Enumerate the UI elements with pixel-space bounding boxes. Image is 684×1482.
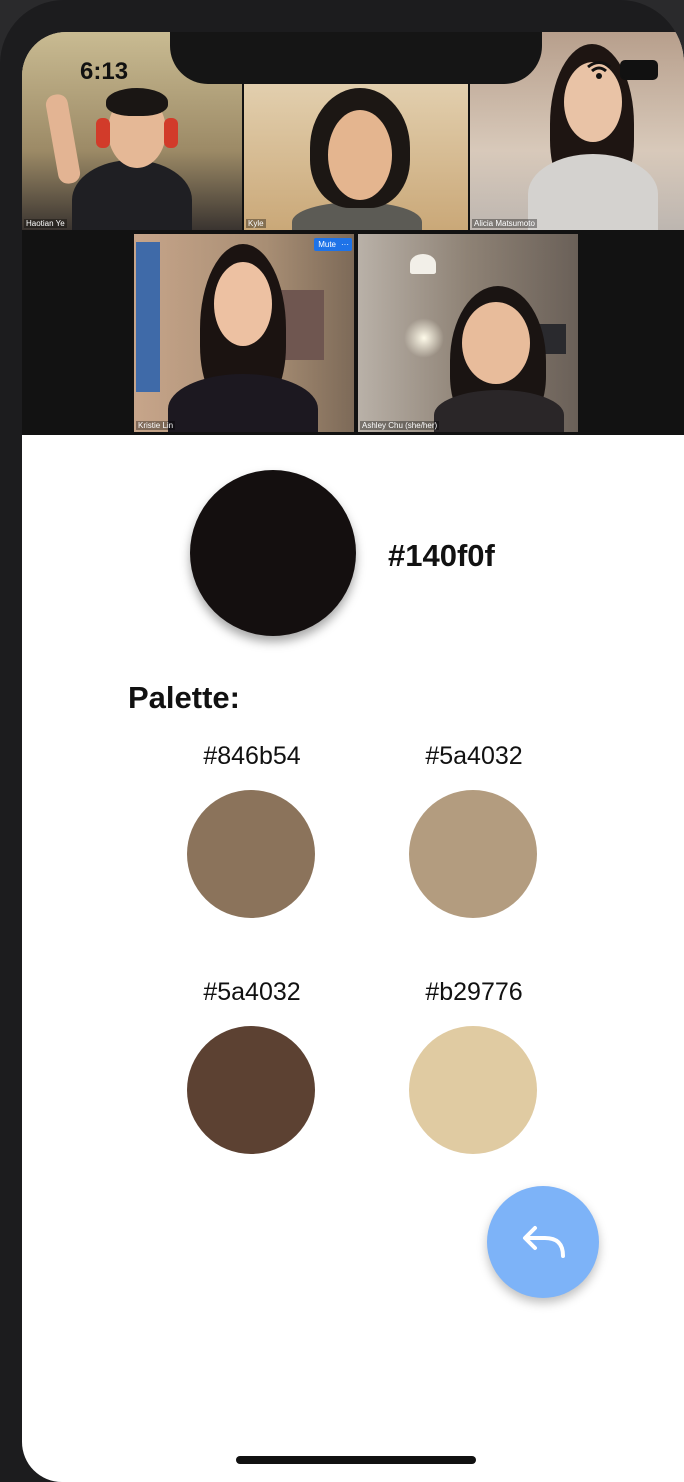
participant-name: Kyle <box>246 219 266 228</box>
participant-name: Haotian Ye <box>24 219 67 228</box>
palette-swatch <box>409 790 537 918</box>
palette-swatch-label: #846b54 <box>203 742 301 770</box>
main-color-swatch <box>190 470 356 636</box>
battery-icon <box>620 60 658 80</box>
palette-swatch-label: #b29776 <box>425 978 523 1006</box>
palette-heading: Palette: <box>128 680 240 715</box>
mute-button[interactable]: Mute <box>314 238 340 251</box>
video-tile[interactable]: Mute ··· Kristie Lin <box>134 234 354 432</box>
app-screen: Haotian Ye Kyle Alicia Matsumoto Mute ··… <box>22 32 684 1482</box>
home-indicator[interactable] <box>236 1456 476 1464</box>
reply-arrow-icon <box>523 1226 565 1258</box>
palette-swatch-label: #5a4032 <box>425 742 523 770</box>
palette-swatch <box>187 1026 315 1154</box>
participant-name: Kristie Lin <box>136 421 176 430</box>
main-color-hex: #140f0f <box>388 538 495 573</box>
video-tile[interactable]: Ashley Chu (she/her) <box>358 234 578 432</box>
video-tile-active-speaker[interactable]: Kyle <box>244 84 468 230</box>
status-icons <box>586 60 658 80</box>
back-button[interactable] <box>487 1186 599 1298</box>
palette-swatch <box>409 1026 537 1154</box>
participant-name: Alicia Matsumoto <box>472 219 537 228</box>
participant-name: Ashley Chu (she/her) <box>360 421 440 430</box>
palette-swatch-label: #5a4032 <box>203 978 301 1006</box>
palette-swatch <box>187 790 315 918</box>
more-options-button[interactable]: ··· <box>338 238 352 251</box>
device-notch <box>170 32 542 84</box>
phone-frame: Haotian Ye Kyle Alicia Matsumoto Mute ··… <box>0 0 684 1482</box>
wifi-icon <box>587 61 611 79</box>
video-call-gallery: Haotian Ye Kyle Alicia Matsumoto Mute ··… <box>22 32 684 435</box>
status-time: 6:13 <box>80 58 129 85</box>
